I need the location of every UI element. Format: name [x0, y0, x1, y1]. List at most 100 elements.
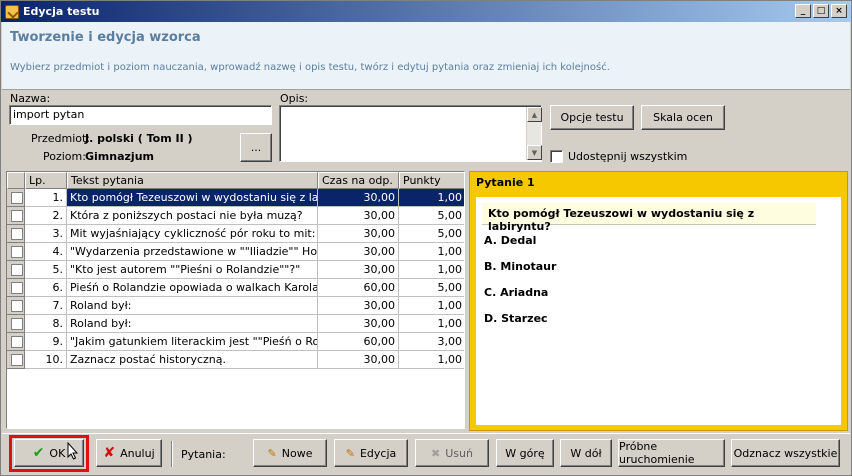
row-lp: 7.: [25, 297, 67, 315]
description-textarea[interactable]: [279, 105, 542, 162]
row-lp: 4.: [25, 243, 67, 261]
row-checkbox-box[interactable]: [11, 192, 23, 204]
description-label: Opis:: [280, 92, 309, 105]
row-checkbox-box[interactable]: [11, 318, 23, 330]
row-lp: 8.: [25, 315, 67, 333]
move-up-button[interactable]: W górę: [496, 439, 554, 467]
row-checkbox[interactable]: [7, 351, 25, 369]
row-checkbox-box[interactable]: [11, 264, 23, 276]
row-lp: 1.: [25, 189, 67, 207]
row-points: 1,00: [399, 243, 464, 261]
row-time: 30,00: [318, 225, 399, 243]
row-text: Roland był:: [67, 297, 318, 315]
row-points: 5,00: [399, 207, 464, 225]
row-time: 30,00: [318, 315, 399, 333]
col-time[interactable]: Czas na odp.: [318, 172, 399, 189]
edit-label: Edycja: [359, 446, 397, 460]
cross-icon: ✘: [103, 445, 116, 461]
row-time: 60,00: [318, 333, 399, 351]
row-text: Roland był:: [67, 315, 318, 333]
test-options-button[interactable]: Opcje testu: [550, 105, 634, 130]
maximize-button[interactable]: □: [813, 4, 829, 18]
row-checkbox[interactable]: [7, 315, 25, 333]
row-text: Kto pomógł Tezeuszowi w wydostaniu się z…: [67, 189, 318, 207]
row-time: 30,00: [318, 351, 399, 369]
table-row[interactable]: 2. Która z poniższych postaci nie była mu…: [7, 207, 464, 225]
share-all-checkbox[interactable]: [550, 150, 563, 163]
cancel-button[interactable]: ✘ Anuluj: [96, 439, 162, 467]
minimize-button[interactable]: _: [795, 4, 811, 18]
row-checkbox[interactable]: [7, 297, 25, 315]
scroll-down-icon[interactable]: ▼: [527, 145, 542, 160]
header-title: Tworzenie i edycja wzorca: [10, 30, 201, 45]
row-lp: 6.: [25, 279, 67, 297]
move-down-button[interactable]: W dół: [560, 439, 612, 467]
cancel-label: Anuluj: [120, 446, 155, 460]
subject-value: J. polski ( Tom II ): [85, 132, 193, 145]
row-lp: 10.: [25, 351, 67, 369]
row-checkbox-box[interactable]: [11, 282, 23, 294]
browse-button[interactable]: ...: [240, 133, 272, 162]
title-bar: Edycja testu _ □ ×: [1, 1, 851, 22]
row-checkbox[interactable]: [7, 279, 25, 297]
row-lp: 5.: [25, 261, 67, 279]
row-checkbox-box[interactable]: [11, 228, 23, 240]
row-points: 1,00: [399, 189, 464, 207]
edit-pencil-icon: ✎: [345, 446, 355, 460]
header-description: Wybierz przedmiot i poziom nauczania, wp…: [10, 62, 610, 73]
row-checkbox-box[interactable]: [11, 354, 23, 366]
table-row[interactable]: 4. "Wydarzenia przedstawione w ""Iliadzie…: [7, 243, 464, 261]
trial-run-button[interactable]: Próbne uruchomienie: [618, 439, 725, 467]
description-scrollbar[interactable]: ▲ ▼: [526, 107, 542, 160]
name-input[interactable]: import pytan: [9, 105, 272, 125]
row-checkbox[interactable]: [7, 261, 25, 279]
new-label: Nowe: [281, 446, 313, 460]
delete-question-button[interactable]: ✖ Usuń: [415, 439, 489, 467]
preview-answer: A. Dedal: [484, 234, 537, 247]
col-check[interactable]: [7, 172, 25, 189]
row-time: 30,00: [318, 297, 399, 315]
row-lp: 3.: [25, 225, 67, 243]
table-row[interactable]: 3. Mit wyjaśniający cykliczność pór roku …: [7, 225, 464, 243]
row-time: 30,00: [318, 243, 399, 261]
row-checkbox[interactable]: [7, 207, 25, 225]
preview-title: Pytanie 1: [476, 176, 535, 189]
col-text[interactable]: Tekst pytania: [67, 172, 318, 189]
level-label: Poziom:: [43, 150, 86, 163]
delete-label: Usuń: [445, 446, 473, 460]
table-row[interactable]: 10. Zaznacz postać historyczną. 30,00 1,00: [7, 351, 464, 369]
edit-question-button[interactable]: ✎ Edycja: [334, 439, 408, 467]
row-checkbox-box[interactable]: [11, 210, 23, 222]
preview-answer: C. Ariadna: [484, 286, 549, 299]
table-row[interactable]: 7. Roland był: 30,00 1,00: [7, 297, 464, 315]
row-checkbox-box[interactable]: [11, 246, 23, 258]
row-checkbox-box[interactable]: [11, 300, 23, 312]
close-button[interactable]: ×: [831, 4, 847, 18]
delete-icon: ✖: [431, 446, 441, 460]
row-checkbox[interactable]: [7, 225, 25, 243]
row-checkbox[interactable]: [7, 189, 25, 207]
window-title: Edycja testu: [23, 5, 100, 18]
mouse-cursor-icon: [67, 442, 79, 460]
row-checkbox[interactable]: [7, 333, 25, 351]
scroll-up-icon[interactable]: ▲: [527, 107, 542, 122]
questions-label: Pytania:: [181, 448, 226, 461]
preview-answer: D. Starzec: [484, 312, 548, 325]
row-text: "Jakim gatunkiem literackim jest ""Pieśń…: [67, 333, 318, 351]
preview-question: Kto pomógł Tezeuszowi w wydostaniu się z…: [482, 203, 816, 233]
row-checkbox-box[interactable]: [11, 336, 23, 348]
new-question-button[interactable]: ✎ Nowe: [253, 439, 327, 467]
table-row[interactable]: 8. Roland był: 30,00 1,00: [7, 315, 464, 333]
table-row[interactable]: 1. Kto pomógł Tezeuszowi w wydostaniu się…: [7, 189, 464, 207]
unmark-all-button[interactable]: Odznacz wszystkie: [731, 439, 840, 467]
row-checkbox[interactable]: [7, 243, 25, 261]
table-row[interactable]: 9. "Jakim gatunkiem literackim jest ""Pie…: [7, 333, 464, 351]
row-lp: 2.: [25, 207, 67, 225]
grade-scale-button[interactable]: Skala ocen: [641, 105, 725, 130]
table-row[interactable]: 5. "Kto jest autorem ""Pieśni o Rolandzie…: [7, 261, 464, 279]
row-text: Która z poniższych postaci nie była muzą…: [67, 207, 318, 225]
col-lp[interactable]: Lp.: [25, 172, 67, 189]
row-lp: 9.: [25, 333, 67, 351]
table-row[interactable]: 6. Pieśń o Rolandzie opowiada o walkach K…: [7, 279, 464, 297]
col-points[interactable]: Punkty: [399, 172, 464, 189]
